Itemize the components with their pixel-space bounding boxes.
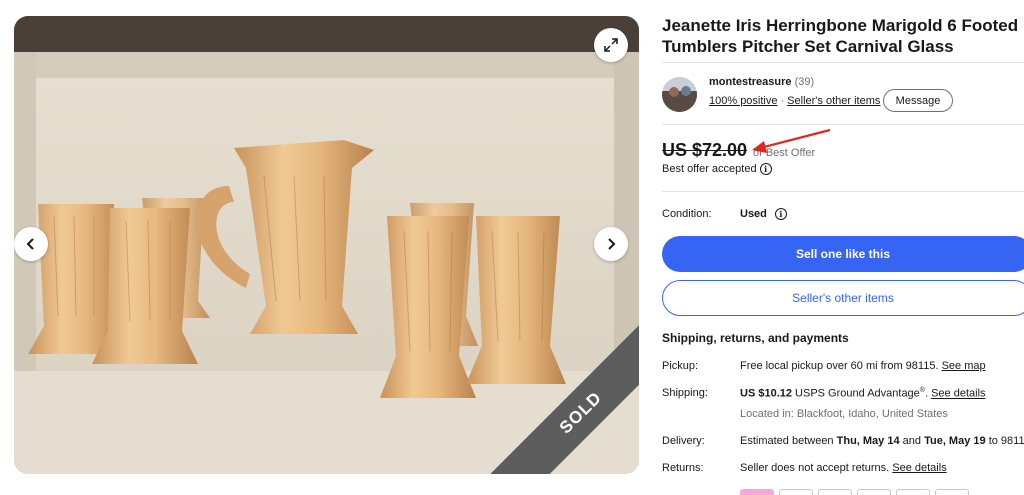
payment-chip (818, 489, 852, 495)
seller-name-row: montestreasure (39) (709, 76, 814, 88)
payment-chip (896, 489, 930, 495)
delivery-prefix: Estimated between (740, 435, 834, 447)
delivery-and: and (902, 435, 922, 447)
expand-button[interactable] (594, 28, 628, 62)
sellers-other-items-button[interactable]: Seller's other items (662, 280, 1024, 316)
returns-label: Returns: (662, 462, 704, 474)
returns-text: Seller does not accept returns. (740, 462, 890, 474)
shipping-heading: Shipping, returns, and payments (662, 331, 849, 345)
payment-chip (935, 489, 969, 495)
listing-title: Jeanette Iris Herringbone Marigold 6 Foo… (662, 16, 1019, 56)
price: US $72.00 (662, 140, 748, 160)
seller-positive-link[interactable]: 100% positive (709, 95, 778, 107)
product-photo (14, 16, 639, 474)
payment-chip (857, 489, 891, 495)
sell-one-like-this-button[interactable]: Sell one like this (662, 236, 1024, 272)
shipping-price: US $10.12 (740, 387, 792, 400)
seller-links: 100% positive · Seller's other items (709, 95, 880, 107)
condition-value: Used i (740, 208, 787, 220)
chevron-right-icon (608, 238, 616, 250)
chevron-left-icon (26, 238, 34, 250)
previous-image-button[interactable] (14, 227, 48, 261)
pickup-text: Free local pickup over 60 mi from 98115. (740, 360, 939, 372)
info-icon[interactable]: i (774, 208, 787, 220)
best-offer-accepted: Best offer accepted i (662, 163, 772, 175)
divider (662, 191, 1024, 192)
shipping-value: US $10.12 USPS Ground Advantage®. See de… (740, 387, 986, 400)
pickup-value: Free local pickup over 60 mi from 98115.… (740, 360, 986, 372)
message-seller-button[interactable]: Message (883, 89, 953, 112)
pickup-label: Pickup: (662, 360, 699, 372)
annotation-arrow-icon (752, 128, 831, 153)
info-icon[interactable]: i (759, 163, 772, 175)
delivery-end: Tue, May 19 (924, 435, 986, 447)
payment-chip (779, 489, 813, 495)
registered-mark: ® (919, 387, 925, 394)
seller-name[interactable]: montestreasure (709, 76, 792, 88)
condition-value-text: Used (740, 208, 767, 220)
expand-icon (604, 38, 618, 52)
seller-feedback-count: (39) (794, 76, 815, 88)
see-map-link[interactable]: See map (942, 360, 986, 372)
seller-avatar[interactable] (662, 77, 697, 112)
shipping-label: Shipping: (662, 387, 708, 399)
returns-see-details-link[interactable]: See details (892, 462, 946, 474)
avatar-image (662, 77, 697, 112)
divider (662, 124, 1024, 125)
shipping-service: USPS Ground Advantage (795, 387, 920, 400)
seller-other-items-link[interactable]: Seller's other items (787, 95, 880, 107)
condition-label: Condition: (662, 208, 712, 220)
payment-chip (740, 489, 774, 495)
delivery-suffix: to 98115 (988, 435, 1024, 447)
listing-details: Jeanette Iris Herringbone Marigold 6 Foo… (662, 0, 1024, 495)
located-in: Located in: Blackfoot, Idaho, United Sta… (740, 408, 948, 420)
payment-methods (740, 489, 969, 495)
best-offer-accepted-text: Best offer accepted (662, 163, 757, 175)
shipping-see-details-link[interactable]: See details (931, 388, 985, 400)
delivery-value: Estimated between Thu, May 14 and Tue, M… (740, 435, 1024, 447)
returns-value: Seller does not accept returns. See deta… (740, 462, 947, 474)
delivery-start: Thu, May 14 (836, 435, 900, 447)
divider (662, 62, 1024, 63)
next-image-button[interactable] (594, 227, 628, 261)
delivery-label: Delivery: (662, 435, 705, 447)
separator-dot: · (780, 95, 785, 107)
image-gallery[interactable]: SOLD (14, 16, 639, 474)
